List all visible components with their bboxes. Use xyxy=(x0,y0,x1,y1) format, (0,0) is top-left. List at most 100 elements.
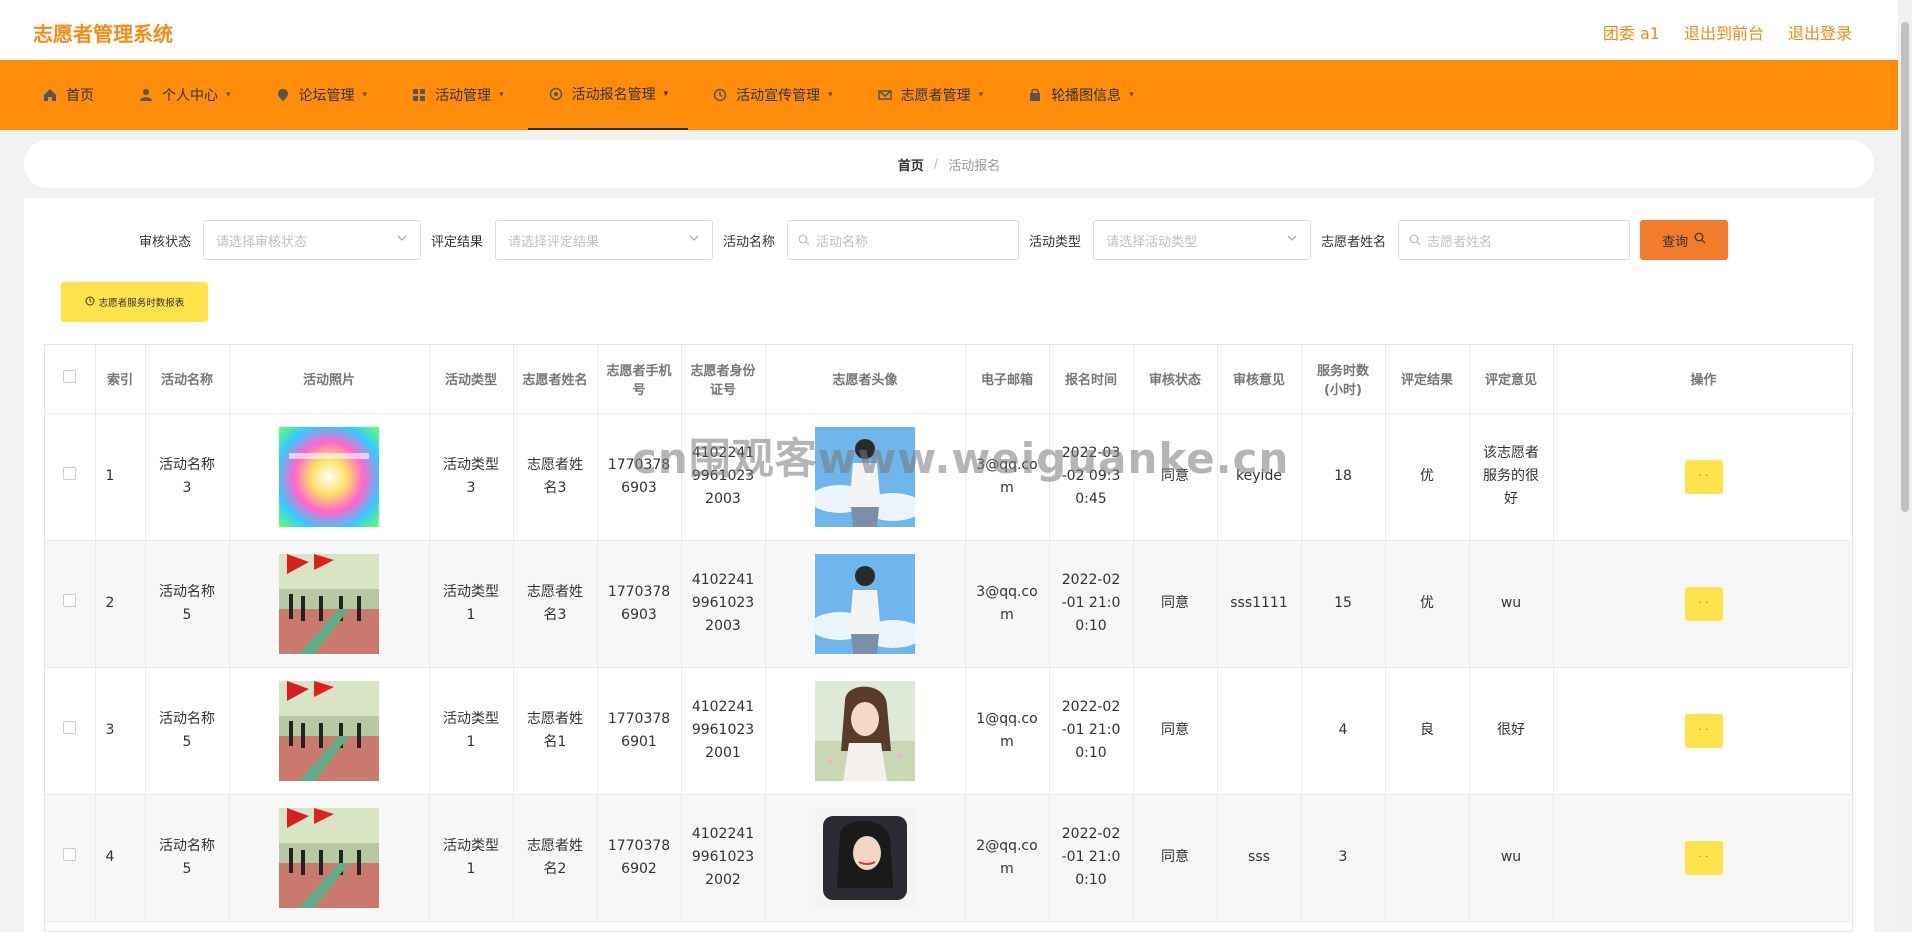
volunteer-name-label: 志愿者姓名 xyxy=(1321,234,1387,250)
cell-index: 3 xyxy=(95,667,146,795)
chevron-down-icon xyxy=(1286,232,1298,248)
row-action-button[interactable]: · · xyxy=(1684,459,1723,494)
cell-actions: · · xyxy=(1553,667,1852,795)
cell-audit-opinion: keyide xyxy=(1217,413,1302,541)
activity-name-placeholder: 活动名称 xyxy=(816,234,869,250)
query-button[interactable]: 查询 xyxy=(1640,220,1729,260)
row-checkbox[interactable] xyxy=(63,848,77,861)
row-action-button[interactable]: · · xyxy=(1684,713,1723,748)
cell-avatar xyxy=(765,413,966,541)
cell-eval-result: 良 xyxy=(1385,667,1470,795)
column-header: 活动类型 xyxy=(429,345,514,414)
home-icon xyxy=(42,87,58,103)
search-icon xyxy=(1409,234,1421,246)
nav-item-label: 活动管理 xyxy=(435,88,492,104)
grid-icon xyxy=(411,87,427,103)
row-checkbox[interactable] xyxy=(63,721,77,734)
cell-time: 2022-03-02 09:30:45 xyxy=(1049,413,1134,541)
row-checkbox[interactable] xyxy=(63,594,77,607)
avatar-boy-sky xyxy=(815,426,915,527)
cell-phone: 17703786903 xyxy=(597,413,682,541)
cell-audit-opinion: sss xyxy=(1217,794,1302,922)
cell-activity-name: 活动名称5 xyxy=(145,794,230,922)
top-header: 志愿者管理系统 团委 a1 退出到前台 退出登录 xyxy=(0,0,1898,60)
system-title: 志愿者管理系统 xyxy=(33,22,173,46)
cell-activity-type: 活动类型1 xyxy=(429,540,514,668)
nav-item-carousel[interactable]: 轮播图信息 ▾ xyxy=(1007,60,1154,130)
column-header: 志愿者身份证号 xyxy=(681,345,766,414)
column-header: 志愿者姓名 xyxy=(513,345,598,414)
audit-status-placeholder: 请选择审核状态 xyxy=(216,234,308,250)
activity-photo-flags xyxy=(279,680,379,781)
cell-activity-photo xyxy=(229,794,430,922)
chevron-down-icon xyxy=(688,232,700,248)
nav-item-home[interactable]: 首页 xyxy=(22,60,114,130)
column-header: 活动名称 xyxy=(145,345,230,414)
current-user[interactable]: 团委 a1 xyxy=(1603,20,1660,44)
activity-type-select[interactable]: 请选择活动类型 xyxy=(1093,220,1312,260)
select-all-checkbox[interactable] xyxy=(63,370,77,384)
page-scrollbar[interactable] xyxy=(1898,0,1912,932)
clock-icon xyxy=(85,296,95,309)
logout-link[interactable]: 退出登录 xyxy=(1788,20,1852,44)
cell-email: 3@qq.com xyxy=(965,540,1050,668)
cell-avatar xyxy=(765,667,966,795)
cell-activity-photo xyxy=(229,540,430,668)
location-icon xyxy=(275,87,291,103)
nav-item-label: 志愿者管理 xyxy=(900,88,971,104)
audit-status-select[interactable]: 请选择审核状态 xyxy=(203,220,422,260)
shop-icon xyxy=(1027,87,1043,103)
cell-eval-result: 优 xyxy=(1385,540,1470,668)
avatar-girl-flowers xyxy=(815,680,915,781)
cell-id-card: 410224199610232001 xyxy=(681,667,766,795)
breadcrumb-home[interactable]: 首页 xyxy=(898,155,924,174)
nav-item-activity[interactable]: 活动管理 ▾ xyxy=(391,60,524,130)
main-nav: 首页 个人中心 ▾ 论坛管理 ▾ 活动管理 ▾ 活动报名管理 ▾ 活动宣传管理 … xyxy=(0,60,1898,130)
activity-photo-flags xyxy=(279,807,379,908)
table-row: 2 活动名称5 活动类型1 志愿者姓名3 17703786903 4102241… xyxy=(45,540,1852,668)
nav-item-volunteer[interactable]: 志愿者管理 ▾ xyxy=(857,60,1004,130)
cell-audit-status: 同意 xyxy=(1133,794,1218,922)
cell-index: 1 xyxy=(95,413,146,541)
chevron-down-icon: ▾ xyxy=(226,90,231,100)
nav-item-label: 论坛管理 xyxy=(298,88,355,104)
chevron-down-icon xyxy=(396,232,408,248)
cell-id-card: 410224199610232003 xyxy=(681,540,766,668)
cell-email: 3@qq.com xyxy=(965,413,1050,541)
nav-item-forum[interactable]: 论坛管理 ▾ xyxy=(255,60,388,130)
column-header: 志愿者头像 xyxy=(765,345,966,414)
column-header: 评定结果 xyxy=(1385,345,1470,414)
cell-index: 2 xyxy=(95,540,146,668)
column-header: 评定意见 xyxy=(1469,345,1554,414)
row-checkbox[interactable] xyxy=(63,467,77,480)
exit-to-front-link[interactable]: 退出到前台 xyxy=(1684,20,1764,44)
row-action-button[interactable]: · · xyxy=(1684,586,1723,621)
chevron-down-icon: ▾ xyxy=(1129,90,1134,100)
table-header-row: 索引 活动名称 活动照片 活动类型 志愿者姓名 志愿者手机号 志愿者身份证号 志… xyxy=(45,345,1852,414)
cell-activity-name: 活动名称3 xyxy=(145,413,230,541)
volunteer-name-input[interactable]: 志愿者姓名 xyxy=(1398,220,1631,260)
nav-item-label: 个人中心 xyxy=(162,88,218,104)
eval-result-select[interactable]: 请选择评定结果 xyxy=(495,220,714,260)
service-hours-report-button[interactable]: 志愿者服务时数报表 xyxy=(61,282,208,322)
nav-item-personal-center[interactable]: 个人中心 ▾ xyxy=(118,60,251,130)
cell-audit-status: 同意 xyxy=(1133,413,1218,541)
cell-index: 4 xyxy=(95,794,146,922)
query-button-label: 查询 xyxy=(1662,234,1689,250)
row-select-cell xyxy=(45,540,96,668)
cell-email: 1@qq.com xyxy=(965,667,1050,795)
nav-item-promotion[interactable]: 活动宣传管理 ▾ xyxy=(692,60,853,130)
activity-name-input[interactable]: 活动名称 xyxy=(787,220,1020,260)
row-action-button[interactable]: · · xyxy=(1684,840,1723,875)
scrollbar-thumb[interactable] xyxy=(1901,22,1909,512)
chevron-down-icon: ▾ xyxy=(362,90,368,100)
cell-time: 2022-02-01 21:00:10 xyxy=(1049,667,1134,795)
audit-status-label: 审核状态 xyxy=(139,234,192,250)
nav-item-label: 首页 xyxy=(66,88,94,104)
cell-eval-opinion: wu xyxy=(1469,540,1554,668)
signup-table: 索引 活动名称 活动照片 活动类型 志愿者姓名 志愿者手机号 志愿者身份证号 志… xyxy=(44,344,1853,932)
cell-eval-opinion: 很好 xyxy=(1469,667,1554,795)
nav-item-signup[interactable]: 活动报名管理 ▾ xyxy=(527,60,689,130)
cell-activity-type: 活动类型1 xyxy=(429,794,514,922)
nav-item-label: 活动报名管理 xyxy=(571,87,656,103)
